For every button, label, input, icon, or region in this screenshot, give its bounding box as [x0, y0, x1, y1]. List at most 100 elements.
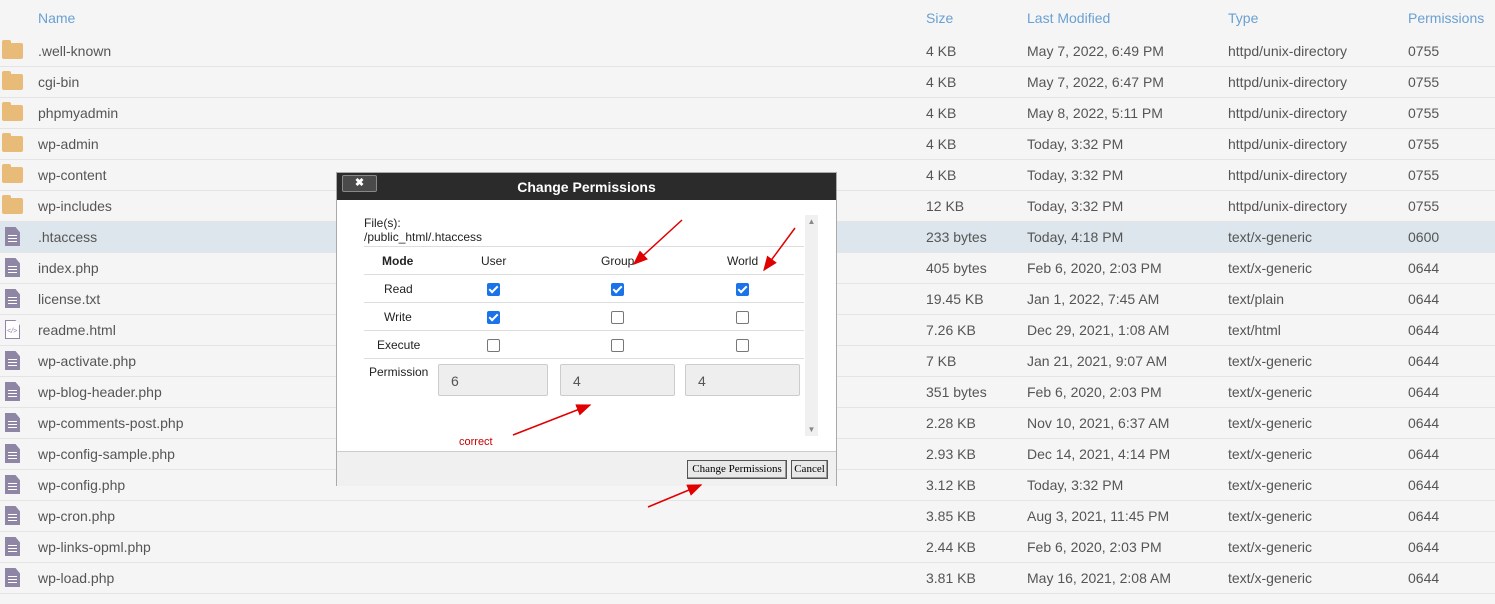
file-type: text/x-generic [1228, 570, 1313, 586]
file-modified: Today, 4:18 PM [1027, 229, 1124, 245]
file-permissions: 0755 [1408, 167, 1440, 183]
file-type: text/x-generic [1228, 446, 1313, 462]
column-header-name[interactable]: Name [38, 10, 75, 26]
file-icon [2, 444, 24, 464]
file-name[interactable]: wp-activate.php [38, 353, 136, 369]
file-icon [2, 537, 24, 557]
file-name[interactable]: index.php [38, 260, 99, 276]
permissions-header-row: Mode User Group World [364, 246, 804, 275]
file-name[interactable]: wp-admin [38, 136, 99, 152]
file-row[interactable]: wp-load.php 3.81 KB May 16, 2021, 2:08 AM t… [0, 563, 1495, 594]
file-name[interactable]: wp-includes [38, 198, 112, 214]
file-row[interactable]: wp-cron.php 3.85 KB Aug 3, 2021, 11:45 PM t… [0, 501, 1495, 532]
permission-row-label: Read [384, 282, 413, 296]
write-world-checkbox[interactable] [736, 311, 749, 324]
file-name[interactable]: wp-comments-post.php [38, 415, 184, 431]
dialog-footer: Change Permissions Cancel [337, 451, 836, 486]
file-name[interactable]: readme.html [38, 322, 116, 338]
file-size: 3.85 KB [926, 508, 976, 524]
user-permission-value[interactable]: 6 [438, 364, 548, 396]
permission-row-execute: Execute [364, 330, 804, 359]
folder-icon [2, 164, 24, 185]
dialog-title: Change Permissions [517, 179, 656, 195]
file-row[interactable]: cgi-bin 4 KB May 7, 2022, 6:47 PM httpd/uni… [0, 67, 1495, 98]
file-permissions: 0644 [1408, 508, 1440, 524]
scroll-up-icon[interactable]: ▲ [805, 217, 818, 226]
group-permission-value[interactable]: 4 [560, 364, 675, 396]
file-type: text/x-generic [1228, 415, 1313, 431]
read-user-checkbox[interactable] [487, 283, 500, 296]
dialog-body: File(s): /public_html/.htaccess Mode Use… [337, 201, 836, 451]
column-header-size[interactable]: Size [926, 10, 953, 26]
scroll-down-icon[interactable]: ▼ [805, 425, 818, 434]
file-name[interactable]: wp-content [38, 167, 106, 183]
file-size: 351 bytes [926, 384, 987, 400]
write-group-checkbox[interactable] [611, 311, 624, 324]
file-name[interactable]: wp-blog-header.php [38, 384, 162, 400]
file-size: 3.81 KB [926, 570, 976, 586]
change-permissions-dialog: ✖ Change Permissions File(s): /public_ht… [336, 172, 837, 486]
file-type: text/x-generic [1228, 353, 1313, 369]
file-row[interactable]: wp-admin 4 KB Today, 3:32 PM httpd/unix-dir… [0, 129, 1495, 160]
file-name[interactable]: wp-links-opml.php [38, 539, 151, 555]
column-header-last-modified[interactable]: Last Modified [1027, 10, 1110, 26]
file-permissions: 0600 [1408, 229, 1440, 245]
file-name[interactable]: wp-config.php [38, 477, 125, 493]
file-name[interactable]: wp-config-sample.php [38, 446, 175, 462]
column-header-type[interactable]: Type [1228, 10, 1258, 26]
file-permissions: 0755 [1408, 105, 1440, 121]
file-modified: Nov 10, 2021, 6:37 AM [1027, 415, 1170, 431]
file-row[interactable]: phpmyadmin 4 KB May 8, 2022, 5:11 PM httpd/… [0, 98, 1495, 129]
change-permissions-button[interactable]: Change Permissions [687, 460, 787, 479]
write-user-checkbox[interactable] [487, 311, 500, 324]
file-name[interactable]: .htaccess [38, 229, 97, 245]
read-group-checkbox[interactable] [611, 283, 624, 296]
file-permissions: 0755 [1408, 74, 1440, 90]
file-modified: Jan 1, 2022, 7:45 AM [1027, 291, 1160, 307]
cancel-button[interactable]: Cancel [791, 460, 828, 479]
column-world: World [727, 254, 759, 268]
execute-user-checkbox[interactable] [487, 339, 500, 352]
dialog-scrollbar[interactable]: ▲ ▼ [805, 215, 818, 436]
file-type: text/x-generic [1228, 384, 1313, 400]
folder-icon [2, 40, 24, 61]
permission-row-write: Write [364, 302, 804, 331]
file-modified: Dec 29, 2021, 1:08 AM [1027, 322, 1170, 338]
file-modified: May 16, 2021, 2:08 AM [1027, 570, 1171, 586]
execute-world-checkbox[interactable] [736, 339, 749, 352]
file-type: text/html [1228, 322, 1281, 338]
file-name[interactable]: phpmyadmin [38, 105, 118, 121]
file-size: 3.12 KB [926, 477, 976, 493]
file-name[interactable]: .well-known [38, 43, 111, 59]
file-row[interactable]: wp-links-opml.php 2.44 KB Feb 6, 2020, 2:0… [0, 532, 1495, 563]
file-permissions: 0755 [1408, 198, 1440, 214]
world-permission-value[interactable]: 4 [685, 364, 800, 396]
execute-group-checkbox[interactable] [611, 339, 624, 352]
file-type: text/x-generic [1228, 539, 1313, 555]
file-name[interactable]: license.txt [38, 291, 100, 307]
file-size: 4 KB [926, 74, 957, 90]
file-row[interactable]: .well-known 4 KB May 7, 2022, 6:49 PM httpd… [0, 36, 1495, 67]
file-icon [2, 506, 24, 526]
file-modified: Feb 6, 2020, 2:03 PM [1027, 539, 1162, 555]
file-name[interactable]: wp-load.php [38, 570, 114, 586]
file-size: 4 KB [926, 105, 957, 121]
file-name[interactable]: cgi-bin [38, 74, 79, 90]
file-permissions: 0644 [1408, 415, 1440, 431]
file-permissions: 0644 [1408, 477, 1440, 493]
file-modified: Today, 3:32 PM [1027, 167, 1124, 183]
file-type: httpd/unix-directory [1228, 136, 1348, 152]
permission-row-label: Execute [377, 338, 421, 352]
file-size: 2.44 KB [926, 539, 976, 555]
file-icon [2, 351, 24, 371]
file-permissions: 0644 [1408, 570, 1440, 586]
read-world-checkbox[interactable] [736, 283, 749, 296]
file-icon [2, 289, 24, 309]
file-size: 4 KB [926, 43, 957, 59]
file-size: 4 KB [926, 136, 957, 152]
files-label: File(s): [364, 216, 401, 230]
column-header-permissions[interactable]: Permissions [1408, 10, 1484, 26]
file-icon [2, 382, 24, 402]
file-name[interactable]: wp-cron.php [38, 508, 115, 524]
file-type: httpd/unix-directory [1228, 43, 1348, 59]
